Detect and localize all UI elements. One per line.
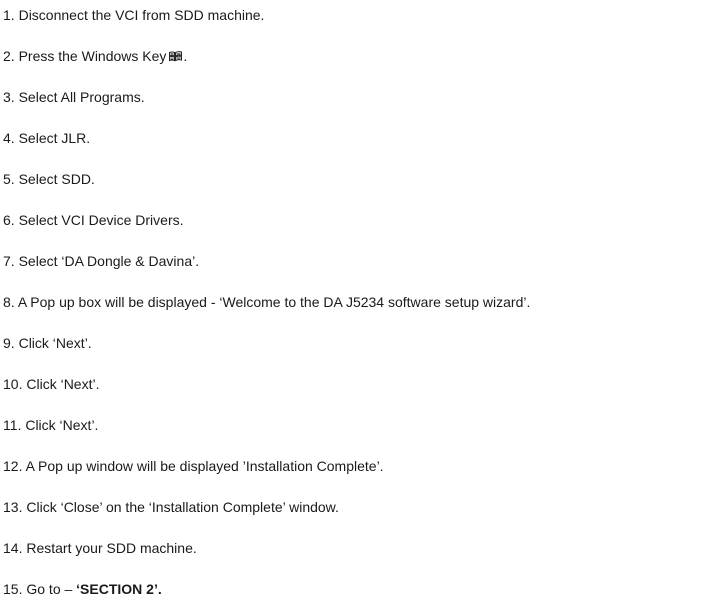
step-14: 14. Restart your SDD machine. <box>3 540 197 556</box>
step-5: 5. Select SDD. <box>3 171 95 187</box>
step-12: 12. A Pop up window will be displayed ’I… <box>3 458 384 474</box>
step-3: 3. Select All Programs. <box>3 89 145 105</box>
step-11: 11. Click ‘Next’. <box>3 417 99 433</box>
step-2: 2. Press the Windows Key . <box>3 48 187 65</box>
step-15: 15. Go to – ‘SECTION 2’. <box>3 581 162 597</box>
step-6: 6. Select VCI Device Drivers. <box>3 212 184 228</box>
section-reference: ‘SECTION 2’. <box>76 581 162 597</box>
step-7: 7. Select ‘DA Dongle & Davina’. <box>3 253 200 269</box>
instruction-document: 1. Disconnect the VCI from SDD machine. … <box>0 0 717 616</box>
step-9: 9. Click ‘Next’. <box>3 335 92 351</box>
step-8: 8. A Pop up box will be displayed - ‘Wel… <box>3 294 531 310</box>
step-1: 1. Disconnect the VCI from SDD machine. <box>3 7 265 23</box>
step-4: 4. Select JLR. <box>3 130 91 146</box>
windows-key-icon <box>168 50 183 67</box>
step-13: 13. Click ‘Close’ on the ‘Installation C… <box>3 499 339 515</box>
step-10: 10. Click ‘Next’. <box>3 376 100 392</box>
